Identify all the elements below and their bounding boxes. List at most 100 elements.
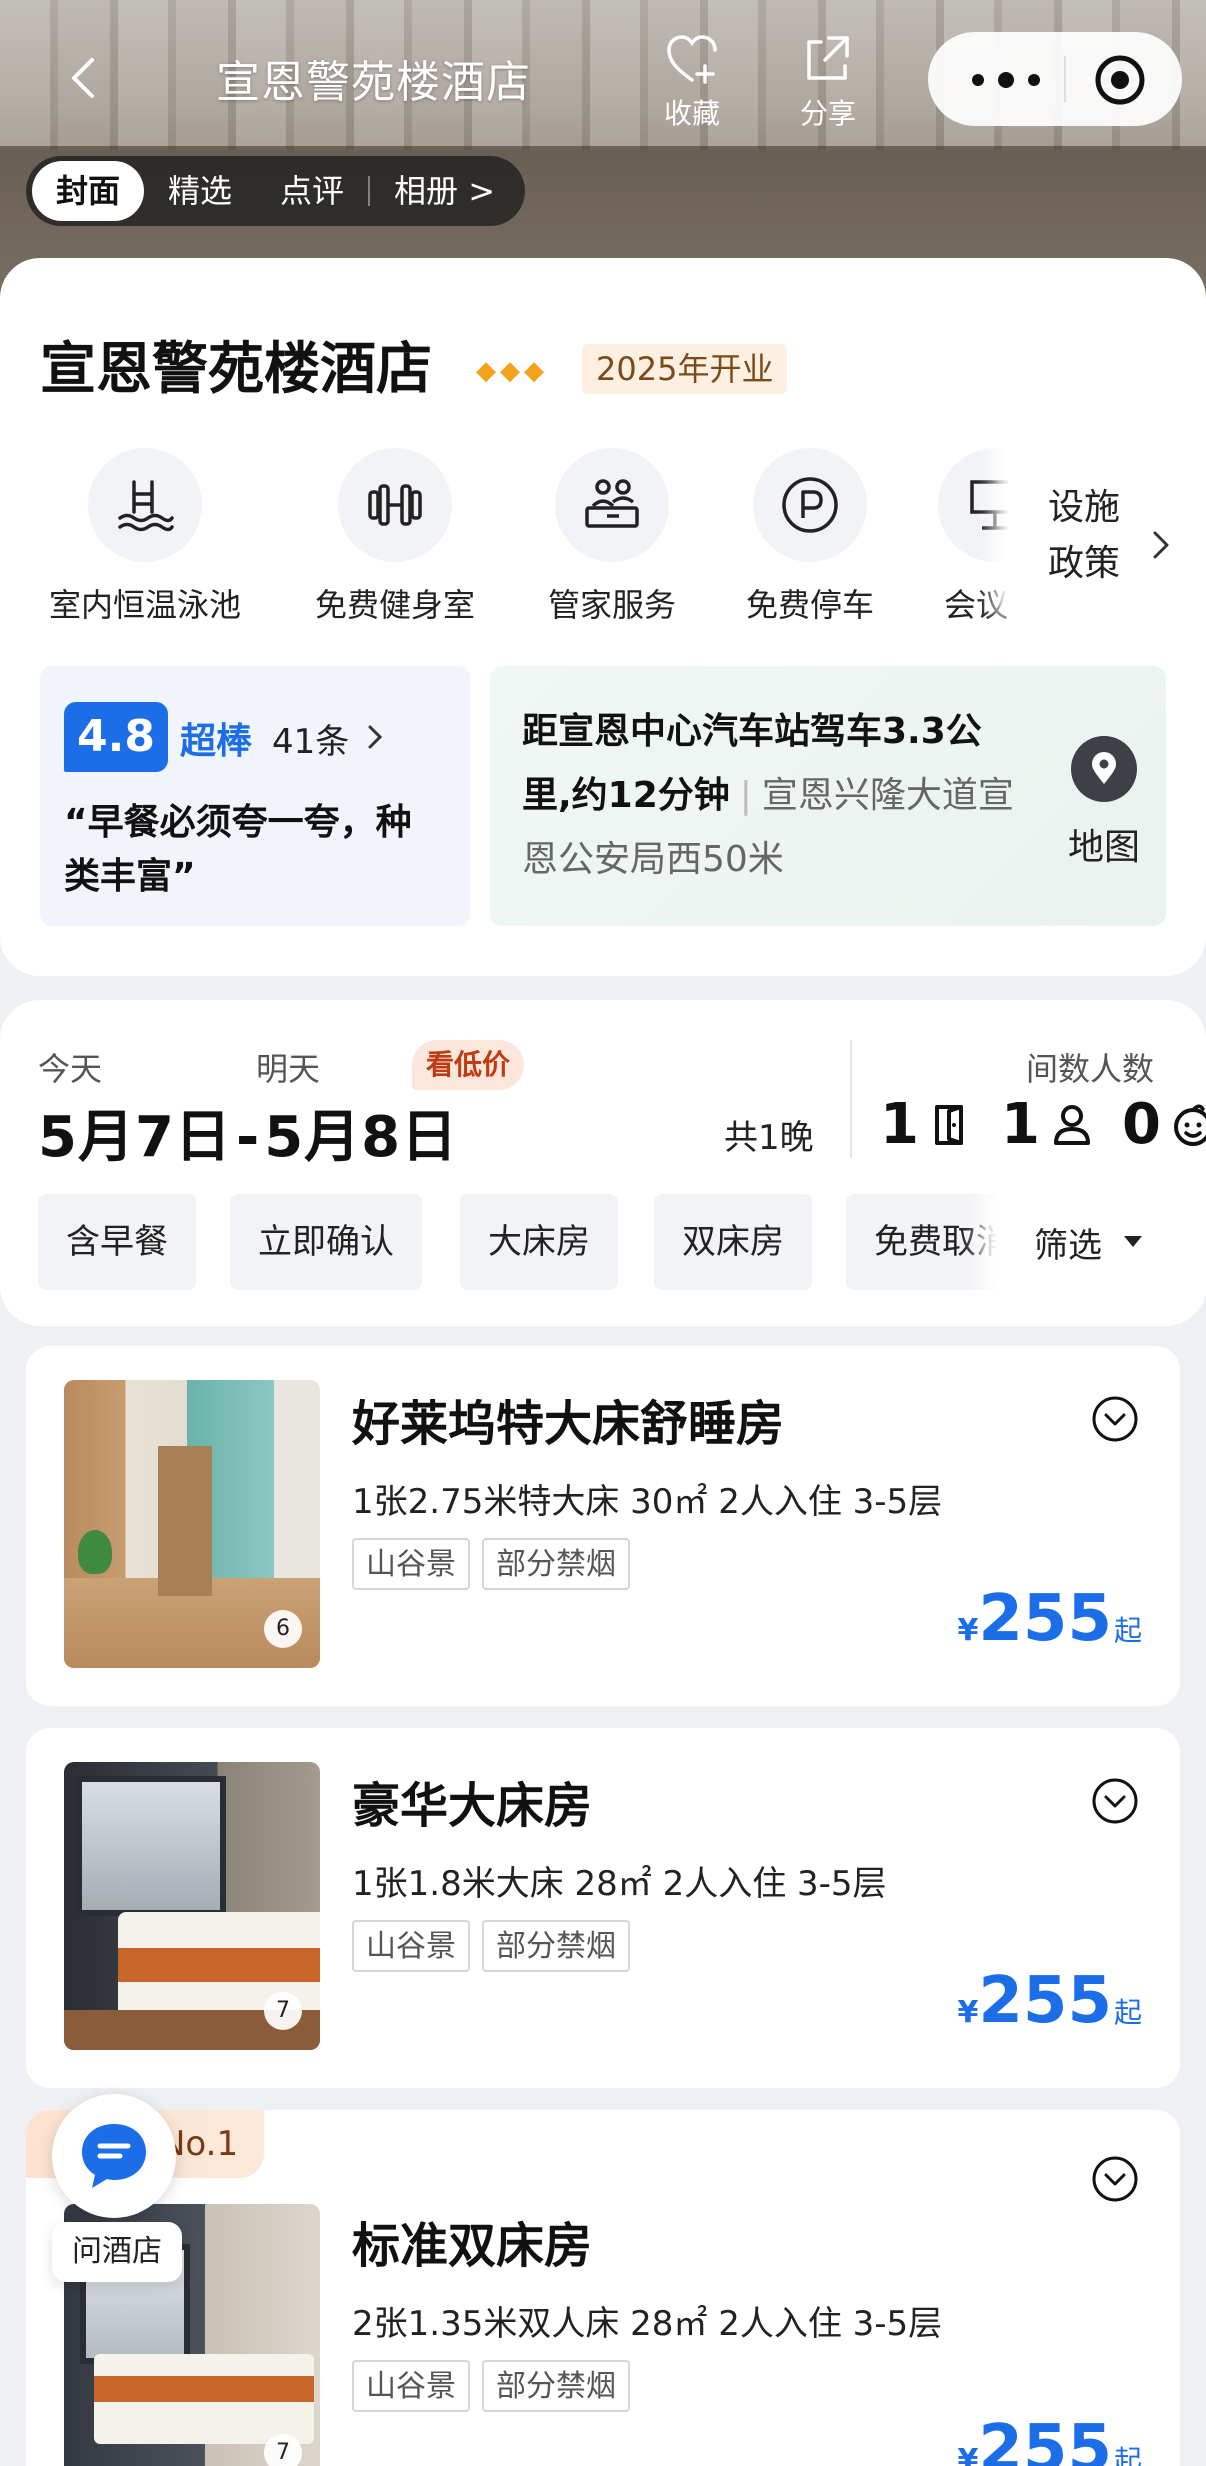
checkin-day-label: 今天 [38,1050,103,1088]
expand-chevron-icon[interactable] [1090,2154,1140,2204]
room-tag: 山谷景 [352,1920,470,1972]
room-tag: 部分禁烟 [482,1538,630,1590]
room-name: 标准双床房 [352,2218,593,2274]
room-card[interactable]: 7 豪华大床房 1张1.8米大床 28㎡ 2人入住 3-5层 山谷景 部分禁烟 … [26,1728,1180,2088]
low-price-badge[interactable]: 看低价 [412,1040,525,1090]
room-count: 1 [880,1092,919,1157]
top-bar: 宣恩警苑楼酒店 收藏 分享 [0,0,1206,148]
filter-chip-breakfast[interactable]: 含早餐 [38,1194,196,1290]
map-pin-icon [1092,752,1116,784]
diamond-icon: ◆ [500,356,520,386]
facility-concierge[interactable]: 管家服务 [534,448,690,626]
child-icon [1173,1104,1206,1146]
room-spec: 2张1.35米双人床 28㎡ 2人入住 3-5层 [352,2304,943,2344]
photo-count: 7 [264,2434,302,2466]
chat-bubble-icon [82,2124,146,2188]
room-price: ¥255起 [958,2412,1142,2466]
facility-gym[interactable]: 免费健身室 [300,448,490,626]
favorite-button[interactable]: 收藏 [652,30,732,132]
guest-selector[interactable]: 1 1 0 [880,1092,1206,1157]
filter-chip-twin-bed[interactable]: 双床房 [654,1194,812,1290]
filter-chip-king-bed[interactable]: 大床房 [460,1194,618,1290]
pool-icon [118,480,174,532]
location-summary[interactable]: 距宣恩中心汽车站驾车3.3公里,约12分钟 | 宣恩兴隆大道宣恩公安局西50米 地图 [490,666,1166,926]
room-photo[interactable]: 7 [64,1762,320,2050]
price-value: 255 [978,1964,1112,2038]
room-tag: 部分禁烟 [482,1920,630,1972]
filter-label: 筛选 [1034,1226,1102,1266]
door-icon [934,1104,963,1145]
filter-chip-instant-confirm[interactable]: 立即确认 [230,1194,422,1290]
opened-year-badge: 2025年开业 [582,344,788,394]
child-count: 0 [1121,1092,1161,1157]
review-rating-word: 超棒 [180,721,253,762]
diamond-icon: ◆ [476,356,496,386]
tab-album[interactable]: 相册 > [370,161,519,221]
facility-policy-label: 设施政策 [1048,487,1121,584]
review-count: 41条 [272,722,350,762]
room-tag: 山谷景 [352,1538,470,1590]
close-miniapp-icon[interactable] [1092,52,1148,108]
facility-parking[interactable]: 免费停车 [730,448,890,626]
chevron-left-icon [72,58,94,98]
room-name: 好莱坞特大床舒睡房 [352,1396,785,1452]
facility-policy-link[interactable]: 设施政策 [1008,428,1206,618]
caret-down-icon [1124,1236,1142,1247]
back-button[interactable] [58,50,114,106]
share-label: 分享 [799,97,856,130]
filter-button[interactable]: 筛选 [996,1186,1206,1296]
photo-count: 7 [264,1992,302,2030]
more-dots-icon[interactable] [966,70,1046,90]
room-card[interactable]: 6 好莱坞特大床舒睡房 1张2.75米特大床 30㎡ 2人入住 3-5层 山谷景… [26,1346,1180,1706]
facility-pool[interactable]: 室内恒温泳池 [40,448,250,626]
room-spec: 1张2.75米特大床 30㎡ 2人入住 3-5层 [352,1482,943,1522]
room-spec: 1张1.8米大床 28㎡ 2人入住 3-5层 [352,1864,887,1904]
cover-tabs: 封面 精选 点评 相册 > [26,156,526,226]
date-range-selector[interactable]: 5月7日-5月8日 [38,1092,458,1173]
checkout-date: 5月8日 [264,1105,459,1170]
room-name: 豪华大床房 [352,1778,593,1834]
expand-chevron-icon[interactable] [1090,1394,1140,1444]
location-text: 距宣恩中心汽车站驾车3.3公里,约12分钟 | 宣恩兴隆大道宣恩公安局西50米 [522,711,1014,880]
facility-label: 免费停车 [745,586,874,624]
room-tags: 山谷景 部分禁烟 [352,1538,630,1590]
tab-cover[interactable]: 封面 [32,161,145,221]
review-summary[interactable]: 4.8 超棒 41条 “早餐必须夸一夸，种类丰富” [40,666,470,926]
ask-hotel-label: 问酒店 [52,2222,182,2282]
price-value: 255 [978,2412,1112,2466]
expand-chevron-icon[interactable] [1090,1776,1140,1826]
share-icon [807,36,849,80]
review-quote: “早餐必须夸一夸，种类丰富” [64,802,412,897]
share-button[interactable]: 分享 [788,30,868,132]
booking-date-card: 今天 明天 看低价 5月7日-5月8日 共1晚 间数人数 1 1 0 含早餐 立… [0,1000,1206,1326]
date-separator: - [235,1105,261,1170]
room-tags: 山谷景 部分禁烟 [352,1920,630,1972]
map-label: 地图 [1067,827,1140,868]
room-photo[interactable]: 6 [64,1380,320,1668]
miniapp-capsule [928,32,1182,126]
map-button[interactable]: 地图 [1054,736,1154,870]
dumbbell-icon [368,484,422,526]
concierge-icon [585,479,639,528]
adult-icon [1053,1104,1090,1145]
ask-hotel-assistant[interactable]: 问酒店 [52,2094,182,2282]
tab-featured[interactable]: 精选 [144,161,256,221]
hotel-info-card: 宣恩警苑楼酒店 ◆ ◆ ◆ 2025年开业 室内恒温泳池 免费健身室 管家服务 [0,258,1206,976]
checkout-day-label: 明天 [256,1050,321,1088]
checkin-date: 5月7日 [38,1105,232,1170]
diamond-rating: ◆ ◆ ◆ [476,356,544,386]
rooms-people-label: 间数人数 [1026,1050,1155,1088]
room-price: ¥255起 [957,1964,1142,2038]
header-title: 宣恩警苑楼酒店 [216,57,531,108]
price-value: 255 [978,1582,1112,1656]
diamond-icon: ◆ [524,356,544,386]
filter-chip-free-cancel[interactable]: 免费取消 [846,1194,998,1290]
room-tag: 部分禁烟 [482,2360,630,2412]
nights-count: 共1晚 [724,1118,814,1158]
tab-reviews[interactable]: 点评 [256,161,368,221]
chevron-right-icon [368,725,383,749]
review-score: 4.8 [64,702,168,772]
room-card[interactable]: 量No.1 7 标准双床房 2张1.35米双人床 28㎡ 2人入住 3-5层 山… [26,2110,1180,2466]
facility-label: 免费健身室 [314,586,475,624]
room-price: ¥255起 [957,1582,1142,1656]
